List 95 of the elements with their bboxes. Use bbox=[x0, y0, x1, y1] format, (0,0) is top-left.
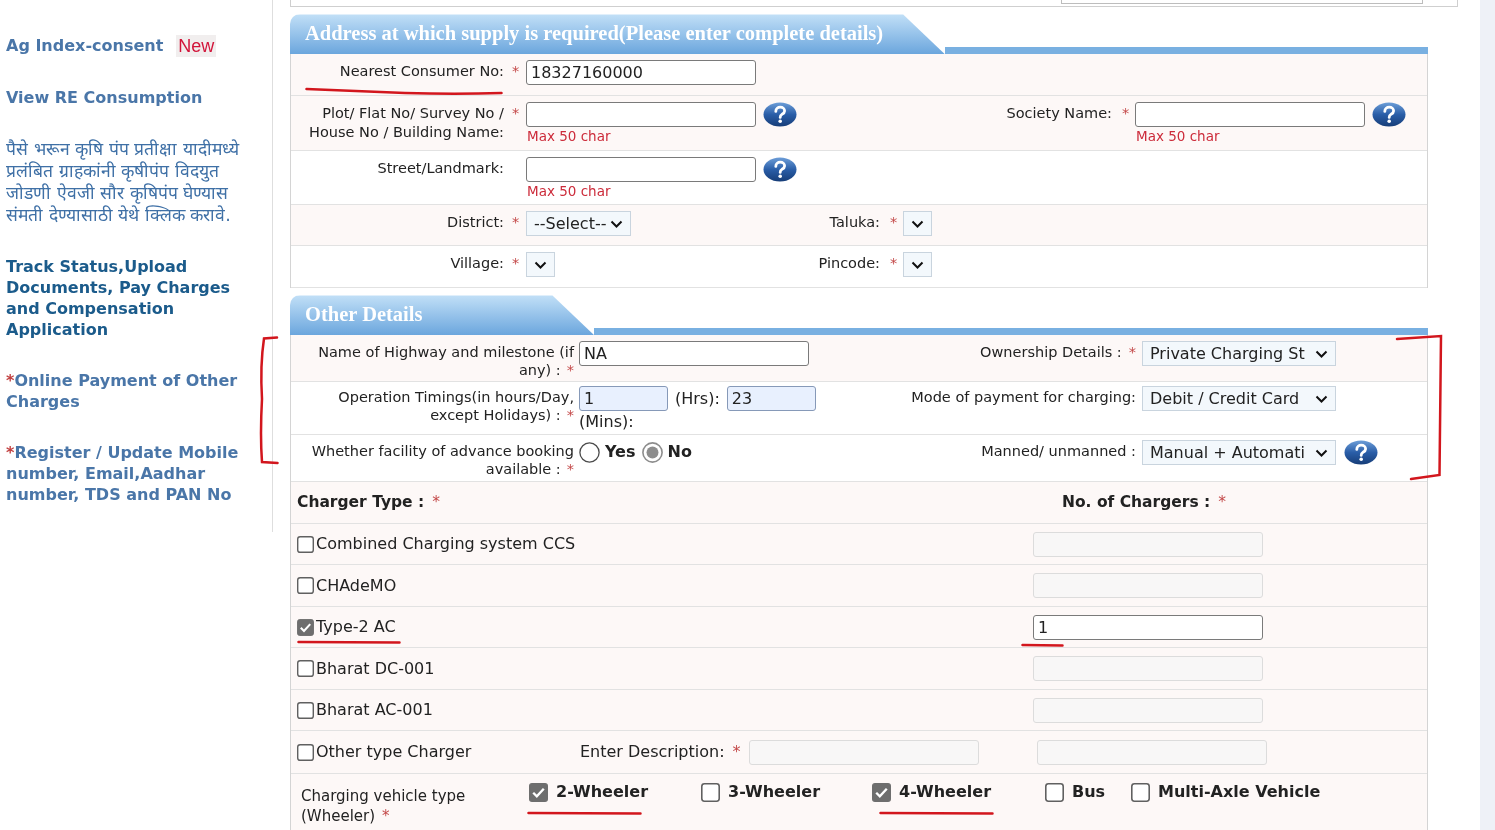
checkbox-label[interactable]: Bharat DC-001 bbox=[316, 656, 435, 681]
chevron-down-icon bbox=[1315, 394, 1328, 403]
radio-label[interactable]: No bbox=[667, 440, 692, 465]
radio-label[interactable]: Yes bbox=[605, 440, 636, 465]
field-label: Manned/ unmanned : bbox=[981, 442, 1136, 461]
chevron-down-icon bbox=[911, 260, 924, 269]
input-field[interactable]: 1 bbox=[1033, 614, 1263, 640]
input-field[interactable]: 1 bbox=[579, 386, 668, 412]
help-icon[interactable] bbox=[1372, 102, 1406, 128]
checkbox[interactable] bbox=[297, 535, 314, 553]
dropdown[interactable] bbox=[903, 252, 932, 278]
field-label: Name of Highway and milestone (if any) : * bbox=[317, 343, 574, 380]
checkbox[interactable] bbox=[872, 782, 891, 802]
field-label: Society Name: bbox=[1006, 104, 1112, 124]
checkbox-label[interactable]: Bus bbox=[1072, 780, 1106, 805]
field-label: Pincode: bbox=[818, 254, 880, 274]
section-title: Address at which supply is required(Please enter complete details) bbox=[290, 14, 946, 55]
input-field[interactable]: 18327160000 bbox=[526, 60, 756, 86]
help-icon[interactable] bbox=[763, 157, 797, 183]
field-label: Plot/ Flat No/ Survey No / House No / Building Name: bbox=[308, 104, 504, 143]
help-icon[interactable] bbox=[763, 102, 797, 128]
required-mark: * bbox=[732, 741, 741, 764]
hint-text: Max 50 char bbox=[526, 127, 612, 146]
chevron-down-icon bbox=[534, 260, 547, 269]
checkbox-label[interactable]: 3-Wheeler bbox=[728, 780, 821, 805]
required-mark: * bbox=[512, 105, 520, 122]
field-label: Enter Description: bbox=[580, 741, 725, 764]
dropdown[interactable] bbox=[526, 252, 555, 278]
notice-link[interactable]: पैसे भरून कृषि पंप प्रतीक्षा यादीमध्ये प्रलंबित ग्राहकांनी कृषीपंप विदयुत जोडणी ऐवजी सौर कृषिपंप घेण्यास संमती देण्यासाठी येथे क्लिक करावे. bbox=[6, 138, 268, 226]
sidebar-link[interactable]: Track Status,Upload Documents, Pay Charges and Compensation Application bbox=[6, 256, 268, 340]
input-field[interactable] bbox=[1135, 102, 1365, 128]
checkbox[interactable] bbox=[297, 743, 314, 761]
radio-button[interactable] bbox=[579, 441, 600, 463]
annotation-underline bbox=[1021, 642, 1064, 648]
field-label: Street/Landmark: bbox=[377, 159, 504, 179]
field-label: District: bbox=[447, 213, 504, 233]
sidebar-link[interactable]: *Online Payment of Other Charges bbox=[6, 370, 268, 412]
checkbox[interactable] bbox=[297, 618, 314, 636]
field-label: Charging vehicle type (Wheeler) * bbox=[301, 786, 467, 827]
input-field[interactable] bbox=[526, 157, 756, 183]
checkbox-label[interactable]: Type-2 AC bbox=[316, 615, 396, 640]
checkbox[interactable] bbox=[297, 701, 314, 719]
field-label: Operation Timings(in hours/Day, except Holidays) : * bbox=[337, 388, 574, 425]
column-header: No. of Chargers : bbox=[1062, 493, 1211, 512]
dropdown[interactable]: Private Charging St bbox=[1142, 341, 1336, 367]
hint-text: Max 50 char bbox=[526, 182, 612, 201]
field-label: Village: bbox=[450, 254, 504, 274]
checkbox-label[interactable]: Combined Charging system CCS bbox=[316, 532, 576, 557]
checkbox[interactable] bbox=[1045, 782, 1064, 802]
section-title: Other Details bbox=[290, 295, 595, 336]
checkbox[interactable] bbox=[529, 782, 548, 802]
unit-label: (Hrs): bbox=[675, 387, 720, 410]
checkbox-label[interactable]: Bharat AC-001 bbox=[316, 698, 433, 723]
chevron-down-icon bbox=[1315, 349, 1328, 358]
checkbox-label[interactable]: 4-Wheeler bbox=[899, 780, 992, 805]
chevron-down-icon bbox=[610, 219, 624, 228]
dropdown[interactable] bbox=[903, 211, 932, 237]
dropdown[interactable]: Manual + Automati bbox=[1142, 440, 1336, 466]
chevron-down-icon bbox=[911, 219, 924, 228]
required-mark: * bbox=[432, 493, 440, 512]
required-mark: * bbox=[512, 255, 520, 272]
chevron-down-icon bbox=[1315, 448, 1328, 457]
required-mark: * bbox=[512, 63, 520, 80]
checkbox-label[interactable]: CHAdeMO bbox=[316, 573, 397, 598]
new-badge: New bbox=[176, 35, 217, 57]
hint-text: Max 50 char bbox=[1135, 127, 1221, 146]
input-field[interactable] bbox=[526, 102, 756, 128]
required-mark: * bbox=[512, 214, 520, 231]
field-label: Whether facility of advance booking available : * bbox=[310, 442, 574, 479]
checkbox[interactable] bbox=[297, 577, 314, 595]
help-icon[interactable] bbox=[1344, 440, 1378, 466]
sidebar-link[interactable]: Ag Index-consent bbox=[6, 35, 164, 56]
checkbox-label[interactable]: Other type Charger bbox=[316, 740, 472, 765]
input-field[interactable]: NA bbox=[579, 341, 809, 367]
required-mark: * bbox=[890, 255, 898, 272]
checkbox[interactable] bbox=[297, 660, 314, 678]
field-label: Ownership Details : * bbox=[980, 343, 1136, 362]
checkbox[interactable] bbox=[701, 782, 720, 802]
required-mark: * bbox=[1122, 105, 1130, 122]
dropdown[interactable]: Debit / Credit Card bbox=[1142, 386, 1336, 412]
sidebar-link[interactable]: *Register / Update Mobile number, Email,Aadhar number, TDS and PAN No bbox=[6, 442, 268, 505]
checkbox-label[interactable]: 2-Wheeler bbox=[556, 780, 649, 805]
sidebar-link[interactable]: View RE Consumption bbox=[6, 87, 203, 108]
field-label: Nearest Consumer No: bbox=[339, 62, 504, 82]
radio-button[interactable] bbox=[641, 441, 663, 463]
dropdown[interactable]: --Select-- bbox=[526, 211, 632, 237]
checkbox[interactable] bbox=[1131, 782, 1150, 802]
required-mark: * bbox=[1218, 493, 1227, 512]
field-label: Taluka: bbox=[829, 213, 880, 233]
required-mark: * bbox=[890, 214, 898, 231]
unit-label: (Mins): bbox=[579, 411, 634, 434]
checkbox-label[interactable]: Multi-Axle Vehicle bbox=[1158, 780, 1321, 805]
input-field[interactable]: 23 bbox=[726, 386, 816, 412]
field-label: Mode of payment for charging: bbox=[911, 388, 1136, 407]
column-header: Charger Type : bbox=[297, 493, 425, 512]
